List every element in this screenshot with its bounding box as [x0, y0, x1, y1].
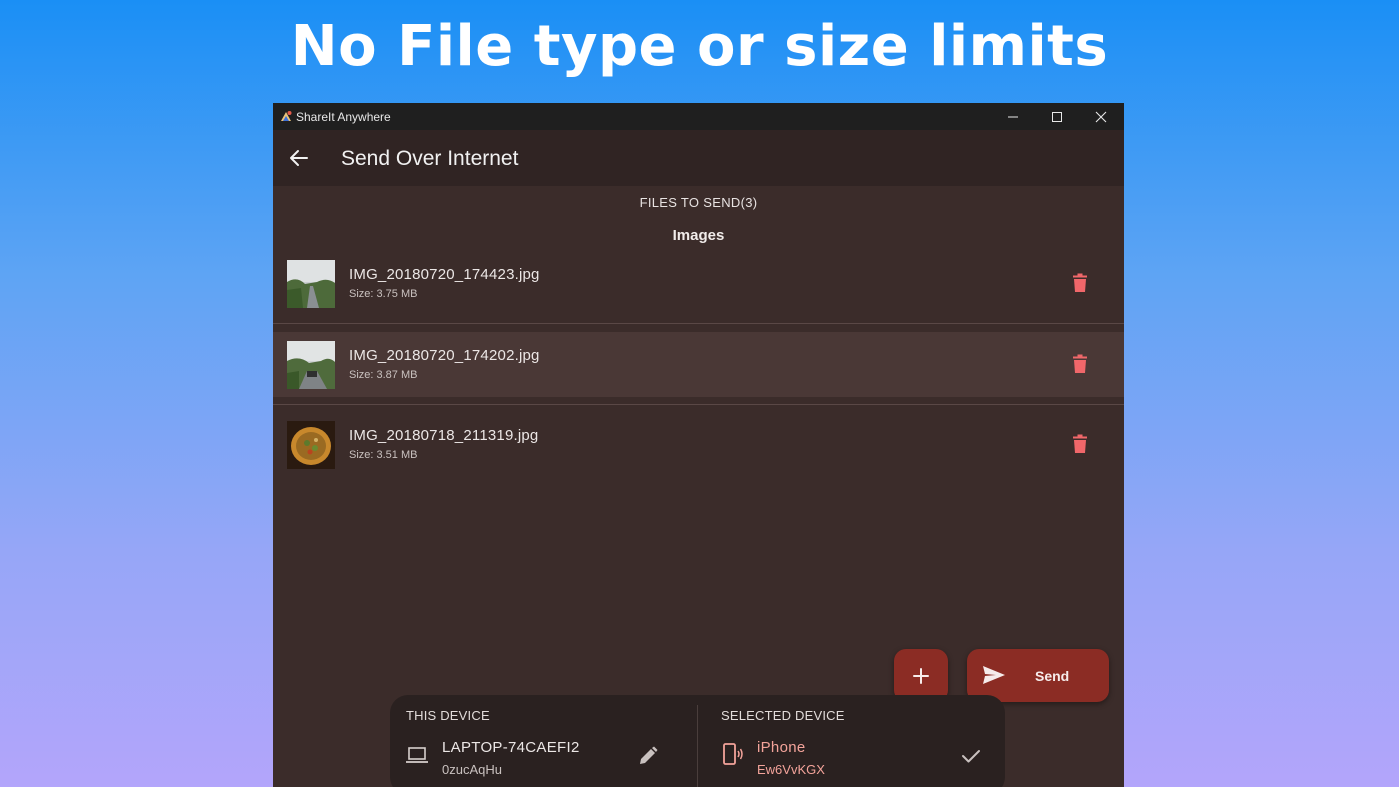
maximize-icon — [1052, 111, 1062, 122]
file-thumbnail — [287, 341, 335, 389]
minimize-button[interactable] — [991, 103, 1035, 130]
file-row[interactable]: IMG_20180720_174423.jpg Size: 3.75 MB — [273, 251, 1124, 316]
phone-signal-icon — [723, 743, 743, 765]
close-icon — [1095, 111, 1107, 122]
app-window: ShareIt Anywhere Send Over Internet FILE… — [273, 103, 1124, 787]
device-divider — [697, 705, 698, 787]
file-name: IMG_20180720_174423.jpg — [349, 266, 540, 283]
this-device-id: 0zucAqHu — [442, 762, 502, 777]
file-size: Size: 3.75 MB — [349, 288, 418, 300]
send-label: Send — [1035, 668, 1070, 684]
row-divider — [273, 323, 1124, 324]
file-row[interactable]: IMG_20180718_211319.jpg Size: 3.51 MB — [273, 412, 1124, 477]
headline: No File type or size limits — [290, 14, 1109, 79]
plus-icon — [913, 667, 929, 684]
this-device-name: LAPTOP-74CAEFI2 — [442, 739, 580, 756]
row-divider — [273, 404, 1124, 405]
laptop-icon — [406, 747, 428, 763]
app-logo-icon — [281, 111, 292, 121]
device-panel: THIS DEVICE LAPTOP-74CAEFI2 0zucAqHu SEL… — [390, 695, 1005, 787]
selected-device-label: SELECTED DEVICE — [721, 708, 845, 723]
pencil-icon[interactable] — [638, 746, 658, 766]
file-size: Size: 3.51 MB — [349, 449, 418, 461]
close-button[interactable] — [1079, 103, 1123, 130]
check-icon[interactable] — [961, 746, 981, 766]
window-title: ShareIt Anywhere — [296, 110, 391, 124]
section-title-images: Images — [672, 227, 725, 244]
selected-device-name: iPhone — [757, 739, 806, 756]
file-thumbnail — [287, 421, 335, 469]
maximize-button[interactable] — [1035, 103, 1079, 130]
file-thumbnail — [287, 260, 335, 308]
file-size: Size: 3.87 MB — [349, 369, 418, 381]
page-title: Send Over Internet — [341, 147, 519, 170]
title-bar: ShareIt Anywhere — [273, 103, 1124, 130]
arrow-left-icon[interactable] — [287, 146, 311, 170]
file-row[interactable]: IMG_20180720_174202.jpg Size: 3.87 MB — [273, 332, 1124, 397]
trash-icon[interactable] — [1071, 273, 1089, 293]
file-name: IMG_20180720_174202.jpg — [349, 347, 540, 364]
send-icon — [983, 666, 1005, 684]
selected-device-id: Ew6VvKGX — [757, 762, 825, 777]
file-name: IMG_20180718_211319.jpg — [349, 427, 539, 444]
trash-icon[interactable] — [1071, 434, 1089, 454]
files-to-send-header: FILES TO SEND(3) — [639, 195, 758, 210]
this-device-label: THIS DEVICE — [406, 708, 490, 723]
app-bar: Send Over Internet — [273, 130, 1124, 186]
trash-icon[interactable] — [1071, 354, 1089, 374]
minimize-icon — [1008, 116, 1018, 117]
